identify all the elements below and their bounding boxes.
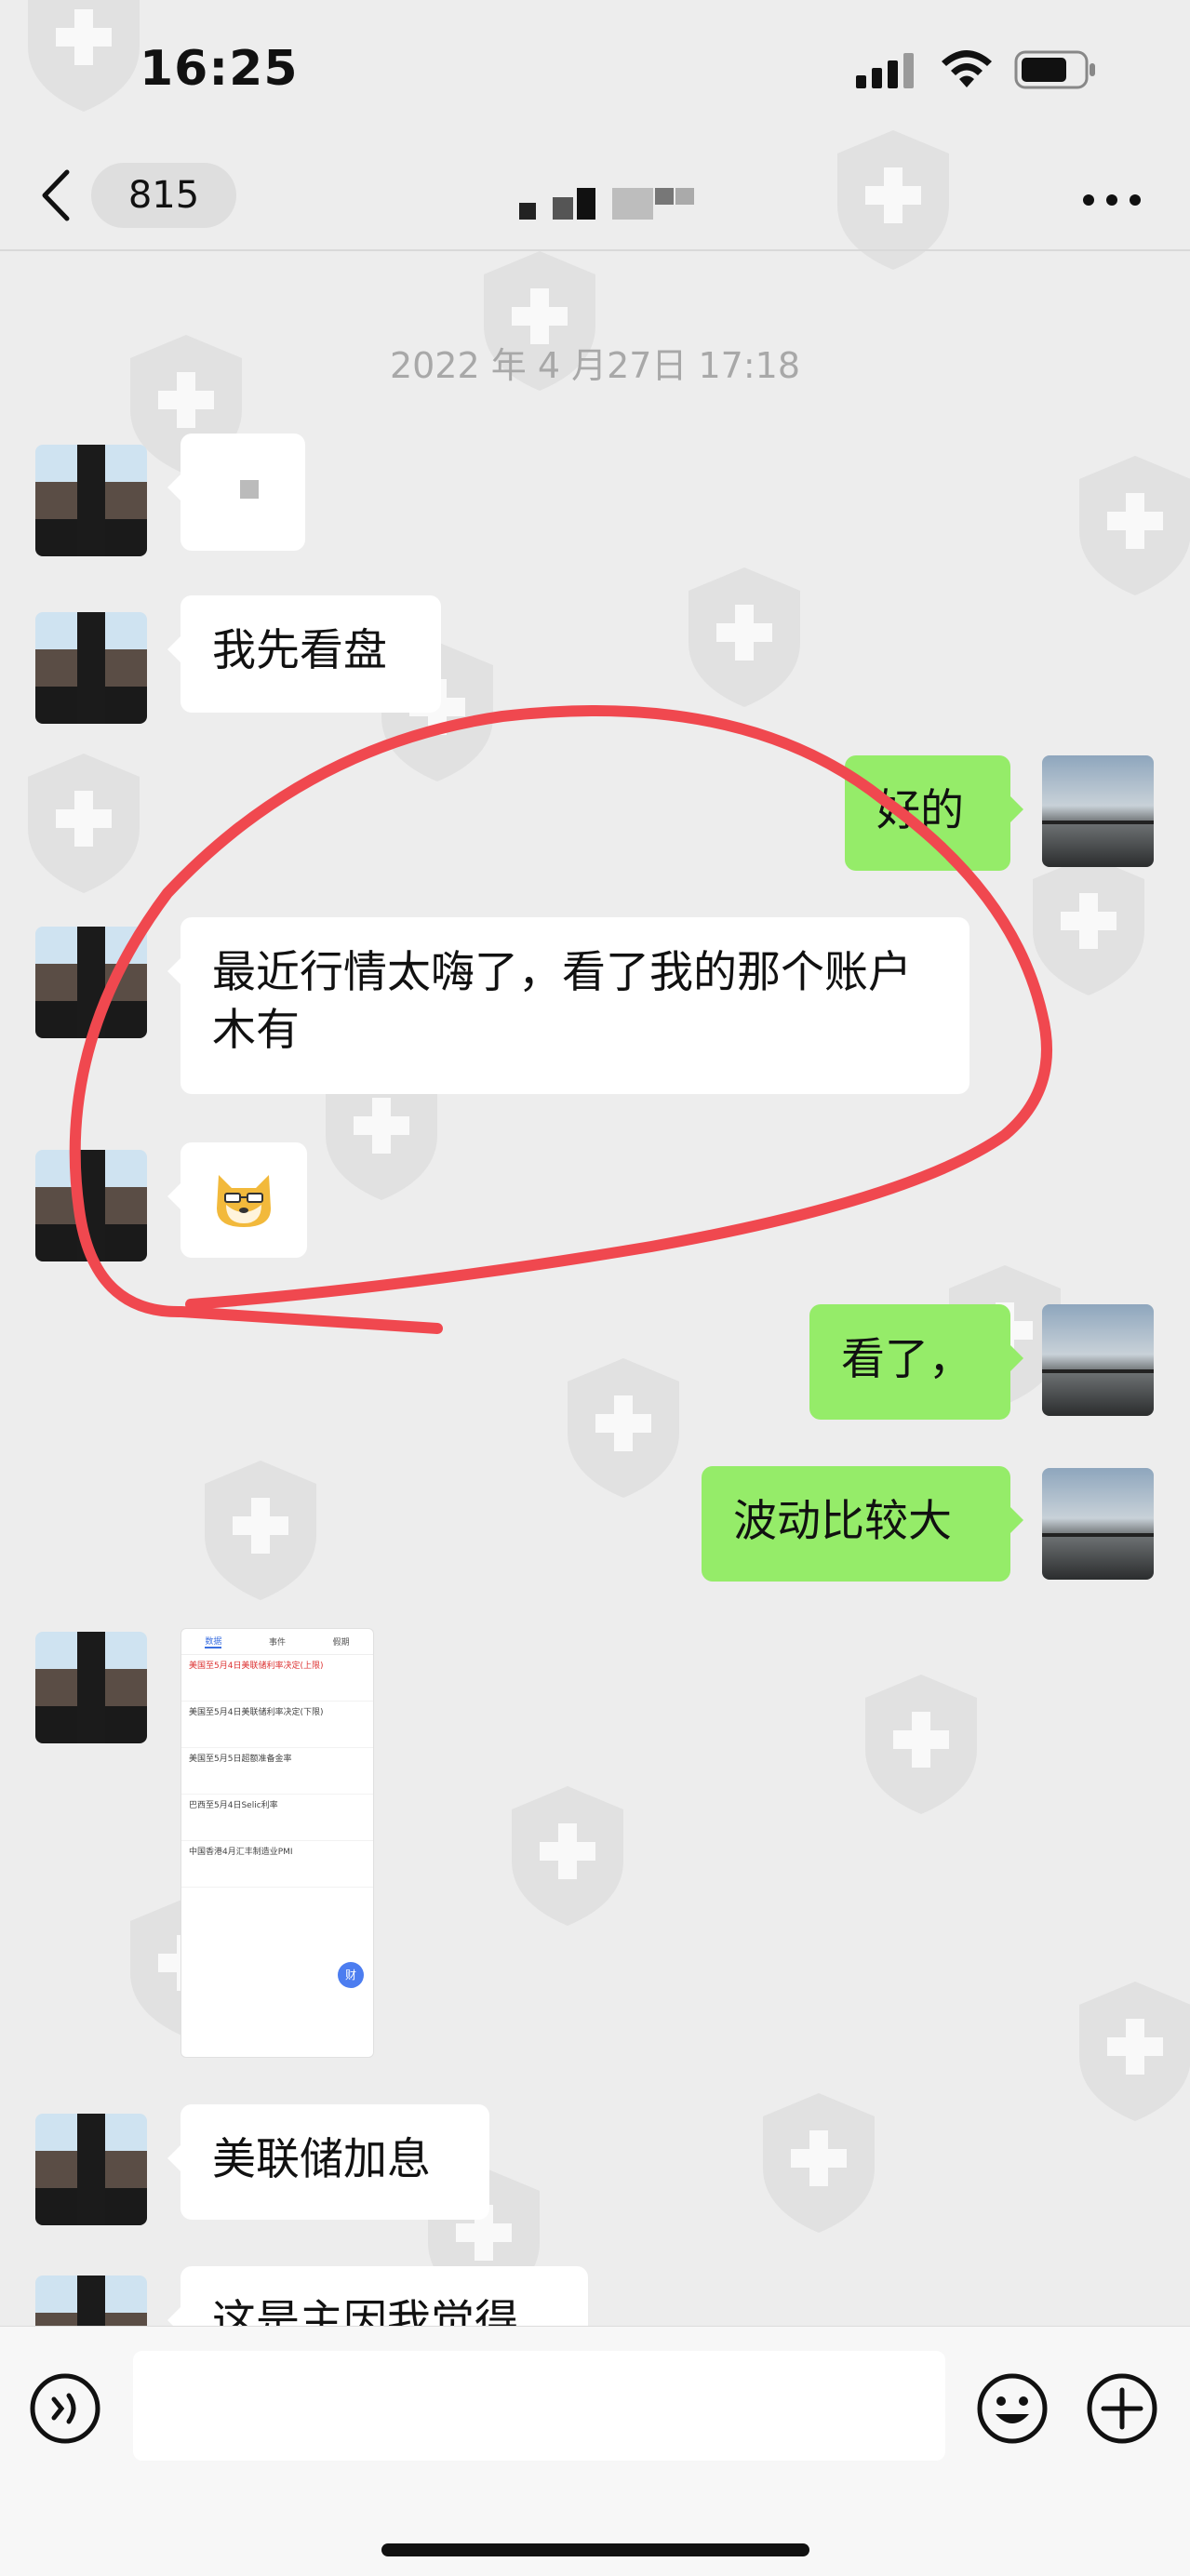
image-preview-row: 美国至5月4日美联储利率决定(上限)	[181, 1655, 373, 1702]
image-preview-row: 美国至5月4日美联储利率决定(下限)	[181, 1702, 373, 1748]
message-text: 波动比较大	[733, 1496, 952, 1547]
message-bubble[interactable]: 美联储加息	[167, 2104, 489, 2220]
message-text: 看了，	[841, 1334, 972, 1385]
status-bar: 16:25	[0, 0, 1190, 140]
image-preview-tabs: 数据 事件 假期	[181, 1629, 373, 1655]
message-input[interactable]	[133, 2351, 945, 2461]
image-message[interactable]: 数据 事件 假期 美国至5月4日美联储利率决定(上限) 美国至5月4日美联储利率…	[181, 1628, 374, 2058]
voice-icon[interactable]	[28, 2371, 102, 2446]
signal-icon	[856, 53, 914, 88]
message-bubble[interactable]: 我先看盘	[167, 595, 441, 713]
message-bubble[interactable]: 好的	[845, 755, 1023, 871]
plus-icon[interactable]	[1085, 2371, 1159, 2446]
image-preview-row: 巴西至5月4日Selic利率	[181, 1795, 373, 1841]
status-time: 16:25	[140, 41, 299, 97]
peer-avatar[interactable]	[35, 927, 147, 1038]
self-avatar[interactable]	[1042, 755, 1154, 867]
doge-emoji-icon	[217, 1175, 271, 1227]
message-bubble[interactable]: 最近行情太嗨了，看了我的那个账户木有	[167, 917, 969, 1094]
message-text: 美联储加息	[212, 2134, 431, 2185]
peer-avatar[interactable]	[35, 612, 147, 724]
back-chevron-icon	[42, 169, 70, 221]
image-preview-tab: 数据	[205, 1635, 222, 1648]
emoji-message-bubble[interactable]	[167, 1142, 307, 1258]
image-preview-fab: 财	[338, 1962, 364, 1988]
message-text: 最近行情太嗨了，看了我的那个账户木有	[212, 947, 912, 1056]
chat-timestamp: 2022 年 4 月27日 17:18	[389, 345, 801, 386]
image-preview-row: 中国香港4月汇丰制造业PMI	[181, 1841, 373, 1888]
message-bubble[interactable]: 波动比较大	[702, 1466, 1023, 1582]
contact-name-redacted	[519, 188, 694, 220]
nav-bar: 815	[0, 140, 1190, 251]
image-preview-tab: 事件	[268, 1638, 286, 1648]
message-bubble[interactable]: 看了，	[809, 1304, 1023, 1420]
message-bubble[interactable]	[167, 434, 305, 551]
battery-icon	[1014, 50, 1095, 89]
input-bar	[0, 2326, 1190, 2576]
peer-avatar[interactable]	[35, 445, 147, 556]
partial-glyph	[240, 480, 259, 499]
peer-avatar[interactable]	[35, 1632, 147, 1743]
wifi-icon	[942, 50, 992, 87]
self-avatar[interactable]	[1042, 1304, 1154, 1416]
message-text: 好的	[876, 785, 964, 836]
back-button[interactable]: 815	[37, 163, 236, 228]
image-preview-row: 美国至5月5日超额准备金率	[181, 1748, 373, 1795]
image-preview-tab: 假期	[332, 1638, 350, 1648]
peer-avatar[interactable]	[35, 1150, 147, 1261]
unread-count-badge: 815	[91, 163, 236, 228]
peer-avatar[interactable]	[35, 2114, 147, 2225]
emoji-icon[interactable]	[975, 2371, 1050, 2446]
more-icon[interactable]	[1070, 177, 1154, 223]
message-text: 我先看盘	[212, 625, 387, 676]
home-indicator[interactable]	[381, 2543, 809, 2556]
self-avatar[interactable]	[1042, 1468, 1154, 1580]
